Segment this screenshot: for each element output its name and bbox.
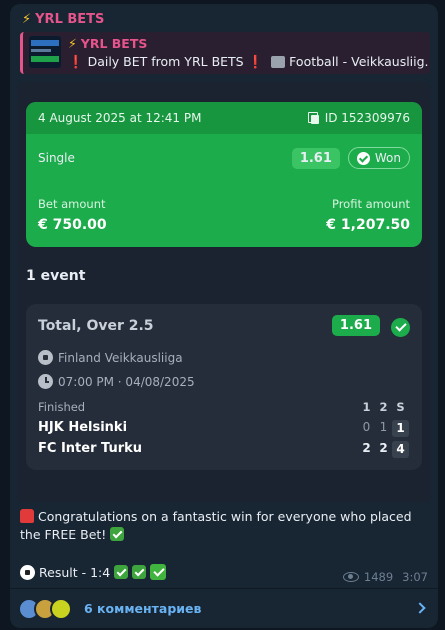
comments-button[interactable]: 6 комментариев — [10, 588, 438, 628]
event-odds: 1.61 — [331, 315, 380, 336]
score-header: 1 2 S — [362, 400, 405, 414]
check-circle-icon — [356, 151, 370, 165]
sender-name[interactable]: ⚡ YRL BETS — [22, 12, 104, 27]
views-icon — [342, 572, 359, 582]
status-badge: Won — [347, 147, 410, 169]
event-market: Total, Over 2.5 — [38, 318, 154, 334]
chevron-right-icon — [414, 602, 426, 614]
check-box-icon — [132, 565, 147, 579]
bet-datetime: 4 August 2025 at 12:41 PM — [38, 111, 202, 125]
exclamation-icon: ❗ — [68, 54, 84, 69]
reply-thumbnail — [29, 36, 61, 68]
message-time: 3:07 — [402, 570, 428, 584]
bet-type: Single — [38, 151, 75, 165]
message-bubble: ⚡ YRL BETS ⚡ YRL BETS ❗ Daily BET from YRL… — [10, 4, 438, 628]
team-home: HJK Helsinki — [38, 420, 128, 435]
reply-text: ❗ Daily BET from YRL BETS ❗ Football - V… — [68, 54, 428, 69]
reply-preview[interactable]: ⚡ YRL BETS ❗ Daily BET from YRL BETS ❗ Fo… — [20, 32, 430, 74]
event-time: 07:00 PM · 04/08/2025 — [38, 374, 195, 389]
bet-amount-label: Bet amount — [38, 197, 106, 211]
event-card: Total, Over 2.5 1.61 Finland Veikkauslii… — [26, 304, 422, 470]
view-count: 1489 — [363, 570, 394, 584]
bet-header: 4 August 2025 at 12:41 PM ID 152309976 — [26, 102, 422, 134]
comments-label: 6 комментариев — [84, 601, 202, 616]
check-box-icon — [110, 527, 125, 541]
soccer-ball-icon — [271, 56, 286, 68]
avatar — [50, 597, 72, 620]
score-row-home: 0 1 1 — [358, 420, 409, 437]
profit-amount-label: Profit amount — [331, 197, 410, 211]
copy-icon — [307, 112, 320, 124]
team-away: FC Inter Turku — [38, 441, 143, 456]
event-league: Finland Veikkausliiga — [38, 350, 183, 365]
message-text: Congratulations on a fantastic win for e… — [20, 509, 412, 542]
commenter-avatars — [18, 597, 72, 620]
check-mark-icon — [150, 564, 167, 580]
lightning-icon: ⚡ — [68, 36, 77, 51]
check-box-icon — [114, 565, 129, 579]
check-icon — [391, 318, 410, 337]
bet-amount: € 750.00 — [38, 217, 107, 233]
soccer-ball-icon — [20, 564, 35, 580]
lightning-icon: ⚡ — [22, 12, 32, 27]
bet-id: ID 152309976 — [307, 111, 410, 125]
events-title: 1 event — [26, 268, 86, 284]
bet-type-row: Single 1.61 Won — [38, 145, 410, 171]
bet-odds: 1.61 — [291, 147, 340, 169]
reply-title: ⚡ YRL BETS — [68, 36, 148, 51]
siren-icon — [20, 509, 34, 523]
profit-amount: € 1,207.50 — [326, 217, 410, 233]
score-row-away: 2 2 4 — [358, 441, 409, 458]
amount-labels: Bet amount Profit amount — [38, 197, 410, 211]
soccer-ball-icon — [38, 350, 53, 365]
bet-slip-image[interactable]: 4 August 2025 at 12:41 PM ID 152309976 S… — [18, 82, 430, 502]
amount-values: € 750.00 € 1,207.50 — [38, 217, 410, 233]
event-status: Finished — [38, 400, 86, 414]
bet-summary-card: 4 August 2025 at 12:41 PM ID 152309976 S… — [26, 102, 422, 247]
result-line: Result - 1:4 — [20, 564, 167, 580]
exclamation-icon: ❗ — [247, 54, 264, 69]
clock-icon — [38, 374, 53, 389]
message-meta: 1489 3:07 — [342, 570, 428, 584]
